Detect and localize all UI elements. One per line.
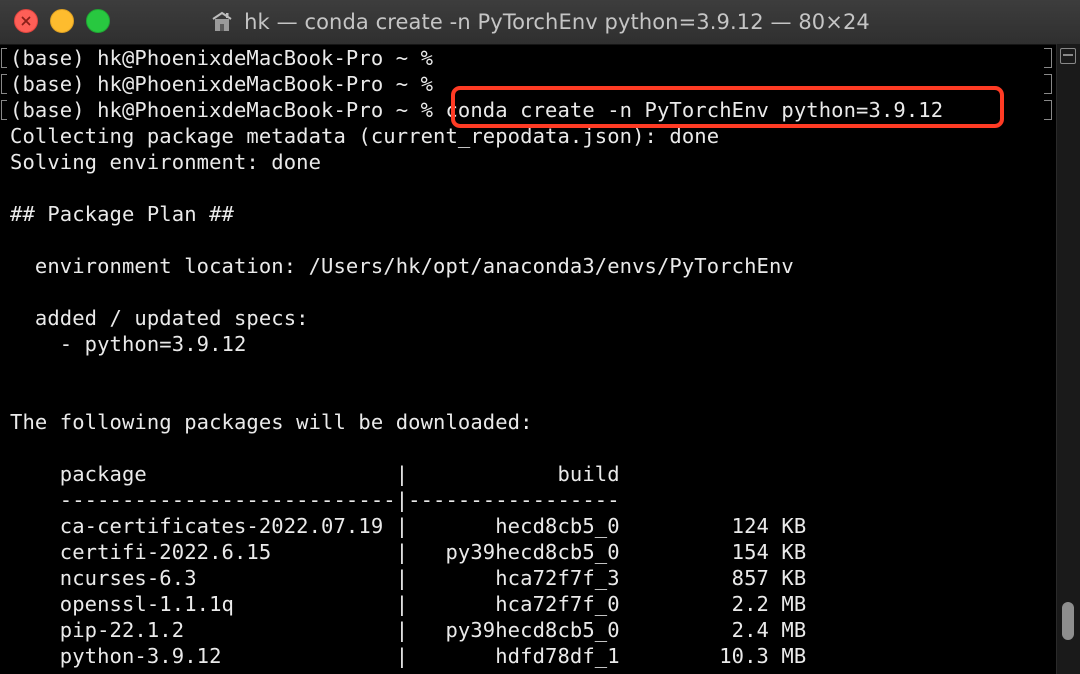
window-title-text: hk — conda create -n PyTorchEnv python=3… [244, 10, 870, 34]
split-pane-icon[interactable] [1060, 48, 1076, 64]
terminal-output[interactable]: (base) hk@PhoenixdeMacBook-Pro ~ % (base… [0, 44, 1056, 674]
terminal-window: hk — conda create -n PyTorchEnv python=3… [0, 0, 1080, 674]
title-bar[interactable]: hk — conda create -n PyTorchEnv python=3… [0, 0, 1080, 45]
terminal-line: openssl-1.1.1q | hca72f7f_0 2.2 MB [10, 592, 807, 616]
home-folder-icon [212, 11, 232, 31]
terminal-line: environment location: /Users/hk/opt/anac… [10, 254, 794, 278]
terminal-line: ca-certificates-2022.07.19 | hecd8cb5_0 … [10, 514, 807, 538]
terminal-line: python-3.9.12 | hdfd78df_1 10.3 MB [10, 644, 807, 668]
terminal-line: (base) hk@PhoenixdeMacBook-Pro ~ % [10, 46, 434, 70]
window-title: hk — conda create -n PyTorchEnv python=3… [0, 0, 1080, 44]
terminal-line: package | build [10, 462, 620, 486]
prompt-mark-left [1, 48, 7, 68]
terminal-line: added / updated specs: [10, 306, 309, 330]
prompt-mark-right [1044, 48, 1052, 68]
terminal-line: (base) hk@PhoenixdeMacBook-Pro ~ % [10, 72, 434, 96]
prompt-mark-right [1044, 100, 1052, 120]
terminal-line: ncurses-6.3 | hca72f7f_3 857 KB [10, 566, 807, 590]
terminal-line: ## Package Plan ## [10, 202, 234, 226]
terminal-line: pip-22.1.2 | py39hecd8cb5_0 2.4 MB [10, 618, 807, 642]
command-highlight-box [451, 86, 1004, 128]
prompt-mark-left [1, 74, 7, 94]
vertical-scrollbar[interactable] [1056, 44, 1080, 674]
terminal-line: ---------------------------|------------… [10, 488, 620, 512]
terminal-line: - python=3.9.12 [10, 332, 247, 356]
terminal-line: certifi-2022.6.15 | py39hecd8cb5_0 154 K… [10, 540, 807, 564]
prompt-mark-left [1, 100, 7, 120]
terminal-line: The following packages will be downloade… [10, 410, 533, 434]
terminal-line: Solving environment: done [10, 150, 322, 174]
prompt-mark-right [1044, 74, 1052, 94]
scrollbar-thumb[interactable] [1062, 602, 1074, 640]
